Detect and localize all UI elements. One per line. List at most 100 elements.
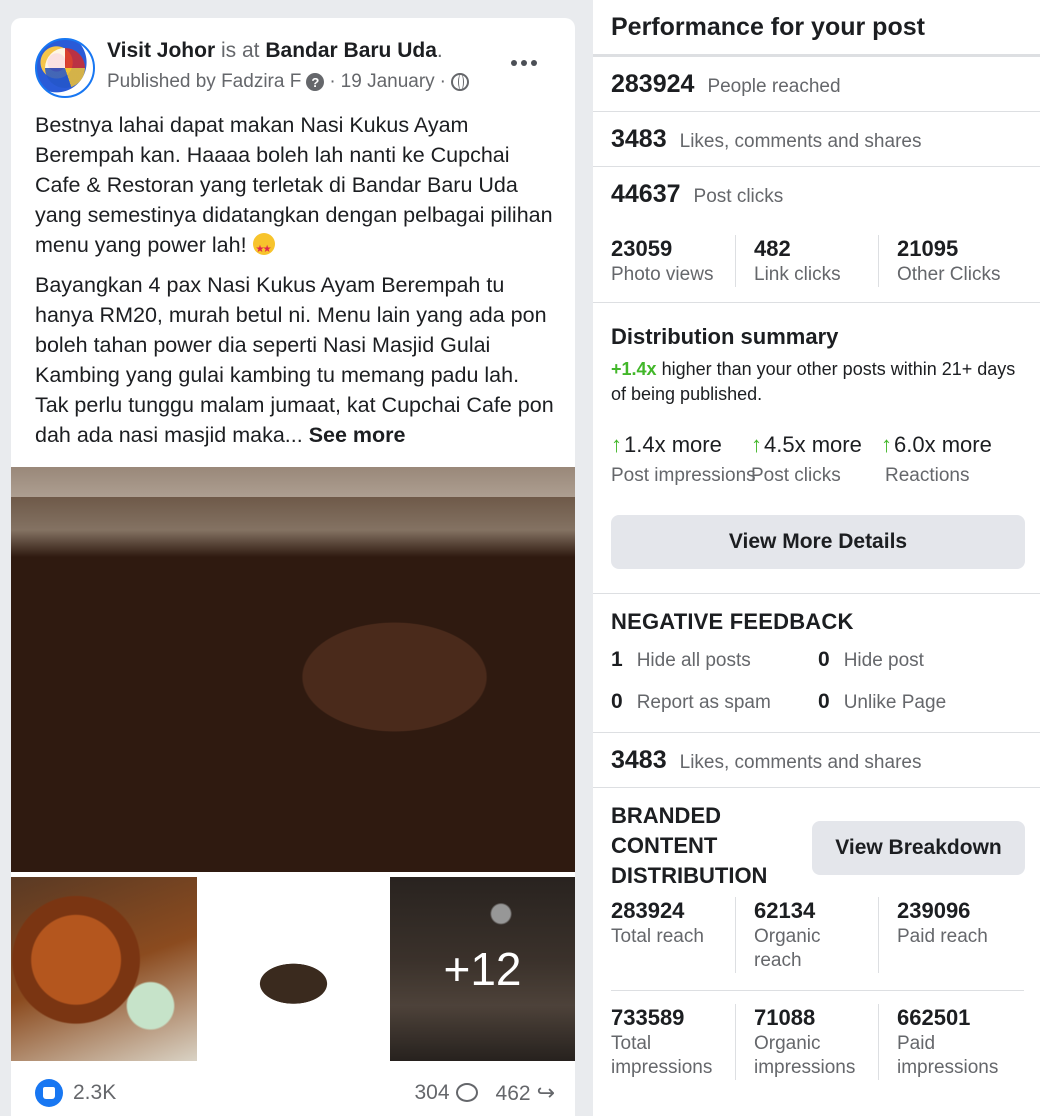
comment-count-group[interactable]: 304 <box>414 1081 478 1105</box>
stat-value: 62134 <box>754 898 816 923</box>
distribution-summary-title: Distribution summary <box>611 324 839 349</box>
post-author-line: Visit Johor is at Bandar Baru Uda. <box>107 39 443 63</box>
divider <box>593 111 1040 112</box>
divider <box>593 166 1040 167</box>
like-icon[interactable] <box>35 1079 63 1107</box>
is-at-text: is at <box>220 39 260 62</box>
page-name-link[interactable]: Visit Johor <box>107 39 215 62</box>
multiplier-value: 4.5x more <box>764 432 862 457</box>
comment-count: 304 <box>414 1081 450 1104</box>
report-spam-stat: 0 Report as spam <box>611 690 818 714</box>
divider <box>593 302 1040 303</box>
negative-feedback-title: NEGATIVE FEEDBACK <box>611 609 854 634</box>
post-impressions-multiplier: ↑ 1.4x more Post impressions <box>611 432 756 487</box>
hide-post-stat: 0 Hide post <box>818 648 1018 672</box>
stat-label: Organic impressions <box>754 1033 856 1078</box>
branded-impressions: 733589 Total impressions 71088 Organic i… <box>611 1004 1021 1080</box>
stat-value: 71088 <box>754 1005 816 1030</box>
divider <box>611 990 1024 991</box>
stat-value: 239096 <box>897 898 971 923</box>
click-breakdown: 23059 Photo views 482 Link clicks 21095 … <box>611 235 1021 287</box>
divider <box>593 54 1040 57</box>
question-icon[interactable]: ? <box>306 73 325 91</box>
stat-label: Total reach <box>611 926 704 947</box>
post-clicks-multiplier: ↑ 4.5x more Post clicks <box>751 432 881 487</box>
post-footer: 2.3K 304 462 ↪ <box>35 1076 555 1110</box>
people-reached-value: 283924 <box>611 70 695 98</box>
arrow-up-icon: ↑ <box>611 432 622 457</box>
engagement-label: Likes, comments and shares <box>679 131 922 152</box>
post-clicks-row: 44637 Post clicks <box>611 180 783 209</box>
people-reached-label: People reached <box>707 76 841 97</box>
engagement-value: 3483 <box>611 746 667 774</box>
divider <box>593 732 1040 733</box>
photo-thumbnail[interactable] <box>201 877 386 1061</box>
star-struck-emoji-icon <box>252 233 275 265</box>
arrow-up-icon: ↑ <box>881 432 892 457</box>
main-photo[interactable] <box>11 467 575 872</box>
engagement-label: Likes, comments and shares <box>679 752 922 773</box>
distribution-summary-text: +1.4x higher than your other posts withi… <box>611 357 1021 407</box>
organic-reach-stat: 62134 Organic reach <box>735 897 878 973</box>
more-dots-icon[interactable] <box>511 60 537 66</box>
post-paragraph: Bayangkan 4 pax Nasi Kukus Ayam Berempah… <box>35 270 555 450</box>
stat-label: Total impressions <box>611 1033 713 1078</box>
feedback-value: 0 <box>818 690 830 713</box>
post-paragraph-text: Bestnya lahai dapat makan Nasi Kukus Aya… <box>35 113 553 257</box>
people-reached-row: 283924 People reached <box>611 70 841 99</box>
stat-value: 662501 <box>897 1005 971 1030</box>
stat-label: Organic reach <box>754 926 821 971</box>
feedback-value: 1 <box>611 648 623 671</box>
post-card: Visit Johor is at Bandar Baru Uda. Publi… <box>11 18 575 1116</box>
post-body: Bestnya lahai dapat makan Nasi Kukus Aya… <box>35 110 555 460</box>
other-clicks-stat: 21095 Other Clicks <box>878 235 1021 287</box>
comment-icon <box>455 1083 478 1102</box>
post-header: Visit Johor is at Bandar Baru Uda. Publi… <box>35 38 555 98</box>
arrow-up-icon: ↑ <box>751 432 762 457</box>
page-avatar[interactable] <box>35 38 95 98</box>
stat-value: 733589 <box>611 1005 685 1030</box>
multiplier-label: Post impressions <box>611 465 756 486</box>
see-more-link[interactable]: See more <box>309 423 406 447</box>
engagement-row: 3483 Likes, comments and shares <box>611 125 921 154</box>
reaction-count[interactable]: 2.3K <box>73 1081 116 1105</box>
photo-thumbnail[interactable] <box>11 877 197 1061</box>
photo-views-stat: 23059 Photo views <box>611 235 735 287</box>
share-count-group[interactable]: 462 ↪ <box>496 1080 555 1106</box>
post-paragraph: Bestnya lahai dapat makan Nasi Kukus Aya… <box>35 110 555 265</box>
stat-value: 21095 <box>897 236 959 261</box>
period: . <box>436 39 443 62</box>
total-reach-stat: 283924 Total reach <box>611 897 735 973</box>
paid-impressions-stat: 662501 Paid impressions <box>878 1004 1021 1080</box>
post-paragraph-text: Bayangkan 4 pax Nasi Kukus Ayam Berempah… <box>35 273 554 447</box>
multiplier-label: Post clicks <box>751 465 841 486</box>
panel-title: Performance for your post <box>611 13 925 41</box>
post-date[interactable]: 19 January <box>341 71 435 93</box>
stat-label: Paid reach <box>897 926 988 947</box>
stat-value: 23059 <box>611 236 673 261</box>
stat-value: 482 <box>754 236 791 261</box>
stat-label: Paid impressions <box>897 1033 999 1078</box>
hide-all-posts-stat: 1 Hide all posts <box>611 648 818 672</box>
distribution-multipliers: ↑ 1.4x more Post impressions ↑ 4.5x more P… <box>611 432 1031 487</box>
globe-icon[interactable] <box>451 73 469 91</box>
stat-label: Other Clicks <box>897 264 1001 285</box>
stat-value: 283924 <box>611 898 685 923</box>
view-more-details-button[interactable]: View More Details <box>611 515 1025 569</box>
unlike-page-stat: 0 Unlike Page <box>818 690 1018 714</box>
feedback-value: 0 <box>611 690 623 713</box>
engagement-row-2: 3483 Likes, comments and shares <box>611 746 921 775</box>
performance-panel: Performance for your post 283924 People … <box>593 0 1040 1116</box>
reactions-multiplier: ↑ 6.0x more Reactions <box>881 432 1021 487</box>
more-photos-count[interactable]: +12 <box>390 877 575 1061</box>
location-link[interactable]: Bandar Baru Uda <box>265 39 437 62</box>
divider <box>593 787 1040 788</box>
stat-label: Photo views <box>611 264 714 285</box>
feedback-label: Report as spam <box>636 692 771 713</box>
photo-thumbnail-more[interactable]: +12 <box>390 877 575 1061</box>
view-breakdown-button[interactable]: View Breakdown <box>812 821 1025 875</box>
multiplier-value: 6.0x more <box>894 432 992 457</box>
separator-dot: · <box>329 71 336 92</box>
distribution-description: higher than your other posts within 21+ … <box>611 359 1016 404</box>
negative-feedback-grid: 1 Hide all posts 0 Hide post 0 Report as… <box>611 648 1011 714</box>
